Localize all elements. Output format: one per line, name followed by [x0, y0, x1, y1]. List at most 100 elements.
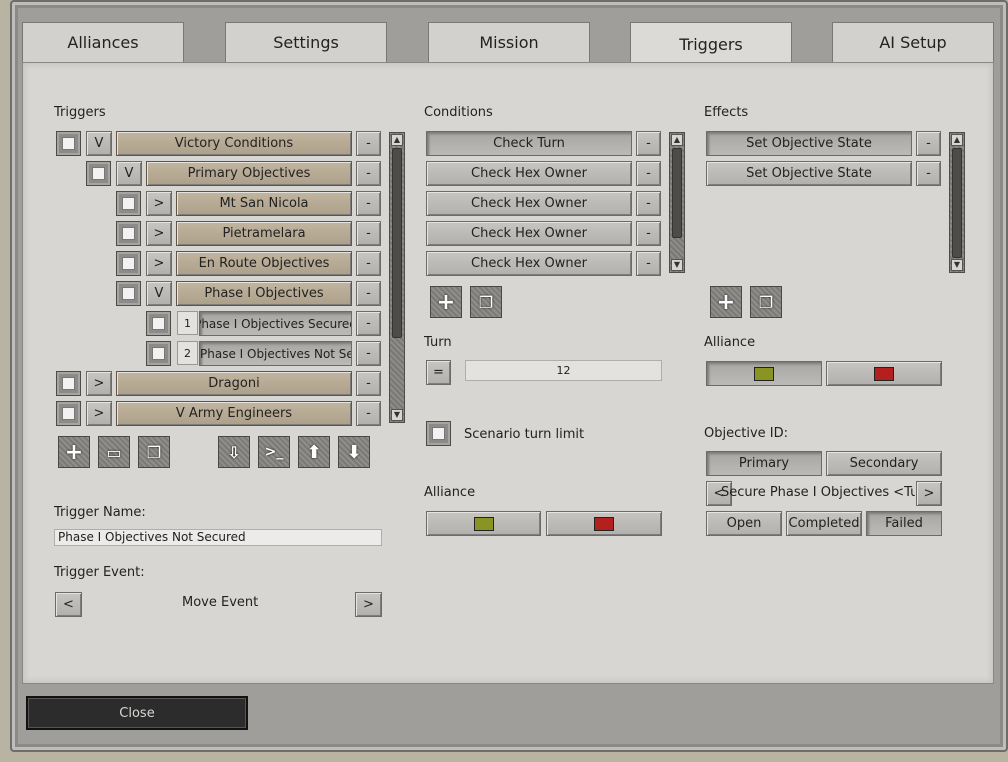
- condition-remove-button[interactable]: -: [636, 131, 661, 156]
- copy-icon[interactable]: ❐: [138, 436, 170, 468]
- condition-remove-button[interactable]: -: [636, 191, 661, 216]
- trigger-enable-checkbox[interactable]: [116, 251, 141, 276]
- trigger-enable-checkbox[interactable]: [146, 311, 171, 336]
- console-icon[interactable]: >_: [258, 436, 290, 468]
- tab-mission[interactable]: Mission: [428, 22, 590, 62]
- scroll-thumb[interactable]: [952, 148, 962, 258]
- trigger-enable-checkbox[interactable]: [116, 191, 141, 216]
- condition-item[interactable]: Check Turn: [426, 131, 632, 156]
- state-completed-button[interactable]: Completed: [786, 511, 862, 536]
- trigger-enable-checkbox[interactable]: [56, 131, 81, 156]
- trigger-item[interactable]: Dragoni: [116, 371, 352, 396]
- trigger-enable-checkbox[interactable]: [56, 401, 81, 426]
- add-icon[interactable]: +: [710, 286, 742, 318]
- trigger-expand-button[interactable]: >: [146, 191, 172, 216]
- trigger-enable-checkbox[interactable]: [116, 281, 141, 306]
- trigger-remove-button[interactable]: -: [356, 191, 381, 216]
- alliance-red-button[interactable]: [546, 511, 662, 536]
- trigger-enable-checkbox[interactable]: [116, 221, 141, 246]
- import-icon[interactable]: ⇩: [218, 436, 250, 468]
- scroll-up-arrow-icon[interactable]: ▲: [951, 134, 963, 146]
- scroll-thumb[interactable]: [392, 148, 402, 338]
- effect-remove-button[interactable]: -: [916, 161, 941, 186]
- alliance-green-button[interactable]: [426, 511, 541, 536]
- close-button[interactable]: Close: [26, 696, 248, 730]
- trigger-item[interactable]: Phase I Objectives Secured: [199, 311, 352, 336]
- trigger-event-next-button[interactable]: >: [355, 592, 382, 617]
- trigger-enable-checkbox[interactable]: [56, 371, 81, 396]
- trigger-remove-button[interactable]: -: [356, 161, 381, 186]
- add-icon[interactable]: +: [430, 286, 462, 318]
- trigger-order-number: 2: [177, 341, 198, 365]
- scroll-down-arrow-icon[interactable]: ▼: [391, 409, 403, 421]
- move-down-icon[interactable]: ⬇: [338, 436, 370, 468]
- scroll-down-arrow-icon[interactable]: ▼: [671, 259, 683, 271]
- condition-item[interactable]: Check Hex Owner: [426, 251, 632, 276]
- trigger-remove-button[interactable]: -: [356, 221, 381, 246]
- triggers-scrollbar[interactable]: ▲ ▼: [389, 132, 405, 423]
- trigger-expand-button[interactable]: >: [86, 371, 112, 396]
- tab-settings[interactable]: Settings: [225, 22, 387, 62]
- trigger-enable-checkbox[interactable]: [86, 161, 111, 186]
- trigger-item[interactable]: Mt San Nicola: [176, 191, 352, 216]
- effect-item[interactable]: Set Objective State: [706, 131, 912, 156]
- trigger-event-prev-button[interactable]: <: [55, 592, 82, 617]
- objective-next-button[interactable]: >: [916, 481, 942, 506]
- add-icon[interactable]: +: [58, 436, 90, 468]
- trigger-remove-button[interactable]: -: [356, 131, 381, 156]
- conditions-scrollbar[interactable]: ▲ ▼: [669, 132, 685, 273]
- effects-scrollbar[interactable]: ▲ ▼: [949, 132, 965, 273]
- copy-icon[interactable]: ❐: [470, 286, 502, 318]
- trigger-expand-button[interactable]: >: [86, 401, 112, 426]
- state-failed-button[interactable]: Failed: [866, 511, 942, 536]
- alliance-green-swatch: [754, 366, 774, 381]
- condition-item[interactable]: Check Hex Owner: [426, 191, 632, 216]
- trigger-name-input[interactable]: Phase I Objectives Not Secured: [54, 529, 382, 546]
- tab-ai-setup[interactable]: AI Setup: [832, 22, 994, 62]
- trigger-remove-button[interactable]: -: [356, 311, 381, 336]
- effect-alliance-green-button[interactable]: [706, 361, 822, 386]
- trigger-item[interactable]: Primary Objectives: [146, 161, 352, 186]
- trigger-expand-button[interactable]: >: [146, 221, 172, 246]
- trigger-enable-checkbox[interactable]: [146, 341, 171, 366]
- trigger-expand-button[interactable]: >: [146, 251, 172, 276]
- trigger-remove-button[interactable]: -: [356, 281, 381, 306]
- trigger-remove-button[interactable]: -: [356, 401, 381, 426]
- primary-button[interactable]: Primary: [706, 451, 822, 476]
- secondary-button[interactable]: Secondary: [826, 451, 942, 476]
- alliance-red-swatch: [594, 516, 614, 531]
- trigger-item[interactable]: Victory Conditions: [116, 131, 352, 156]
- move-up-icon[interactable]: ⬆: [298, 436, 330, 468]
- effect-item[interactable]: Set Objective State: [706, 161, 912, 186]
- state-open-button[interactable]: Open: [706, 511, 782, 536]
- trigger-remove-button[interactable]: -: [356, 341, 381, 366]
- trigger-item[interactable]: En Route Objectives: [176, 251, 352, 276]
- condition-remove-button[interactable]: -: [636, 221, 661, 246]
- trigger-remove-button[interactable]: -: [356, 251, 381, 276]
- scroll-up-arrow-icon[interactable]: ▲: [671, 134, 683, 146]
- condition-remove-button[interactable]: -: [636, 161, 661, 186]
- scenario-turn-limit-checkbox[interactable]: [426, 421, 451, 446]
- trigger-expand-button[interactable]: V: [146, 281, 172, 306]
- scroll-thumb[interactable]: [672, 148, 682, 238]
- condition-remove-button[interactable]: -: [636, 251, 661, 276]
- trigger-expand-button[interactable]: V: [116, 161, 142, 186]
- trigger-item[interactable]: Phase I Objectives: [176, 281, 352, 306]
- trigger-item[interactable]: Pietramelara: [176, 221, 352, 246]
- copy-icon[interactable]: ❐: [750, 286, 782, 318]
- condition-item[interactable]: Check Hex Owner: [426, 221, 632, 246]
- trigger-item-selected[interactable]: Phase I Objectives Not Secured: [199, 341, 352, 366]
- condition-item[interactable]: Check Hex Owner: [426, 161, 632, 186]
- trigger-remove-button[interactable]: -: [356, 371, 381, 396]
- tab-alliances[interactable]: Alliances: [22, 22, 184, 62]
- turn-operator-button[interactable]: =: [426, 360, 451, 385]
- scroll-up-arrow-icon[interactable]: ▲: [391, 134, 403, 146]
- tab-triggers[interactable]: Triggers: [630, 22, 792, 66]
- trigger-item[interactable]: V Army Engineers: [116, 401, 352, 426]
- effect-remove-button[interactable]: -: [916, 131, 941, 156]
- scroll-down-arrow-icon[interactable]: ▼: [951, 259, 963, 271]
- effect-alliance-red-button[interactable]: [826, 361, 942, 386]
- trigger-expand-button[interactable]: V: [86, 131, 112, 156]
- turn-value-field[interactable]: 12: [465, 360, 662, 381]
- folder-icon[interactable]: ▭: [98, 436, 130, 468]
